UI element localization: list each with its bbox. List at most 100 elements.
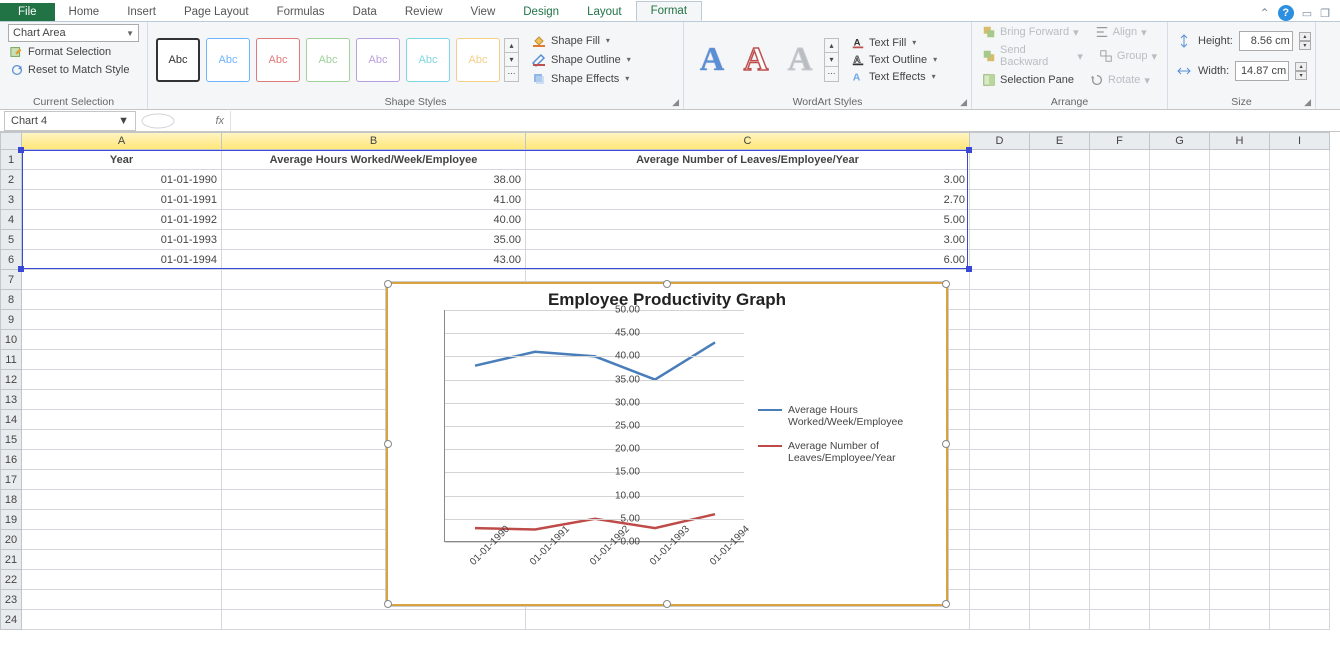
cell-G16[interactable] [1150, 450, 1210, 470]
cell-H11[interactable] [1210, 350, 1270, 370]
cell-F22[interactable] [1090, 570, 1150, 590]
cell-F2[interactable] [1090, 170, 1150, 190]
cell-G6[interactable] [1150, 250, 1210, 270]
cell-C2[interactable]: 3.00 [526, 170, 970, 190]
shape-style-swatch[interactable]: Abc [456, 38, 500, 82]
tab-view[interactable]: View [457, 3, 510, 21]
cell-I2[interactable] [1270, 170, 1330, 190]
cell-I3[interactable] [1270, 190, 1330, 210]
cell-E8[interactable] [1030, 290, 1090, 310]
row-header[interactable]: 20 [0, 530, 22, 550]
dialog-launcher-icon[interactable]: ◢ [1304, 97, 1311, 108]
cell-E23[interactable] [1030, 590, 1090, 610]
wordart-gallery-nav[interactable]: ▴▾⋯ [824, 38, 839, 82]
row-header[interactable]: 8 [0, 290, 22, 310]
cell-F13[interactable] [1090, 390, 1150, 410]
cell-D5[interactable] [970, 230, 1030, 250]
cell-E2[interactable] [1030, 170, 1090, 190]
cell-B1[interactable]: Average Hours Worked/Week/Employee [222, 150, 526, 170]
cell-A7[interactable] [22, 270, 222, 290]
cell-A24[interactable] [22, 610, 222, 630]
chart-series-line[interactable] [475, 342, 715, 379]
cell-G9[interactable] [1150, 310, 1210, 330]
col-header-I[interactable]: I [1270, 132, 1330, 150]
cell-A20[interactable] [22, 530, 222, 550]
shape-style-swatch[interactable]: Abc [356, 38, 400, 82]
cell-F10[interactable] [1090, 330, 1150, 350]
cell-D1[interactable] [970, 150, 1030, 170]
cell-I17[interactable] [1270, 470, 1330, 490]
cell-D20[interactable] [970, 530, 1030, 550]
cell-A13[interactable] [22, 390, 222, 410]
cell-H9[interactable] [1210, 310, 1270, 330]
cell-F20[interactable] [1090, 530, 1150, 550]
cell-D17[interactable] [970, 470, 1030, 490]
cell-E4[interactable] [1030, 210, 1090, 230]
cell-G1[interactable] [1150, 150, 1210, 170]
reset-style-button[interactable]: Reset to Match Style [8, 62, 139, 78]
height-input[interactable]: 8.56 cm [1239, 31, 1293, 51]
cell-D21[interactable] [970, 550, 1030, 570]
wordart-style-1[interactable]: A [692, 38, 732, 82]
col-header-G[interactable]: G [1150, 132, 1210, 150]
cell-H14[interactable] [1210, 410, 1270, 430]
selection-handle[interactable] [18, 266, 24, 272]
cell-H23[interactable] [1210, 590, 1270, 610]
chart-legend[interactable]: Average Hours Worked/Week/EmployeeAverag… [758, 404, 928, 476]
cell-I18[interactable] [1270, 490, 1330, 510]
cell-I7[interactable] [1270, 270, 1330, 290]
cell-A23[interactable] [22, 590, 222, 610]
cell-I16[interactable] [1270, 450, 1330, 470]
row-header[interactable]: 14 [0, 410, 22, 430]
cell-G5[interactable] [1150, 230, 1210, 250]
cell-G21[interactable] [1150, 550, 1210, 570]
row-header[interactable]: 7 [0, 270, 22, 290]
cell-G11[interactable] [1150, 350, 1210, 370]
cell-I19[interactable] [1270, 510, 1330, 530]
cell-A8[interactable] [22, 290, 222, 310]
minimize-icon[interactable]: ▭ [1302, 7, 1312, 20]
cell-F8[interactable] [1090, 290, 1150, 310]
cell-D22[interactable] [970, 570, 1030, 590]
cell-E14[interactable] [1030, 410, 1090, 430]
cell-D4[interactable] [970, 210, 1030, 230]
cell-D11[interactable] [970, 350, 1030, 370]
cell-E6[interactable] [1030, 250, 1090, 270]
cell-E1[interactable] [1030, 150, 1090, 170]
legend-item[interactable]: Average Hours Worked/Week/Employee [758, 404, 928, 428]
dialog-launcher-icon[interactable]: ◢ [672, 97, 679, 108]
resize-handle[interactable] [384, 280, 392, 288]
cell-B5[interactable]: 35.00 [222, 230, 526, 250]
cell-H21[interactable] [1210, 550, 1270, 570]
row-header[interactable]: 22 [0, 570, 22, 590]
cell-A12[interactable] [22, 370, 222, 390]
resize-handle[interactable] [384, 440, 392, 448]
cell-A10[interactable] [22, 330, 222, 350]
cell-F6[interactable] [1090, 250, 1150, 270]
tab-format[interactable]: Format [636, 1, 702, 21]
tab-data[interactable]: Data [339, 3, 391, 21]
cell-C5[interactable]: 3.00 [526, 230, 970, 250]
tab-home[interactable]: Home [55, 3, 114, 21]
row-header[interactable]: 1 [0, 150, 22, 170]
selection-handle[interactable] [18, 147, 24, 153]
cell-A15[interactable] [22, 430, 222, 450]
shape-style-swatch[interactable]: Abc [156, 38, 200, 82]
cell-I8[interactable] [1270, 290, 1330, 310]
cell-D8[interactable] [970, 290, 1030, 310]
cell-A11[interactable] [22, 350, 222, 370]
cell-G23[interactable] [1150, 590, 1210, 610]
cell-I24[interactable] [1270, 610, 1330, 630]
cell-C24[interactable] [526, 610, 970, 630]
cell-B2[interactable]: 38.00 [222, 170, 526, 190]
shape-style-swatch[interactable]: Abc [306, 38, 350, 82]
cell-A2[interactable]: 01-01-1990 [22, 170, 222, 190]
cell-D10[interactable] [970, 330, 1030, 350]
text-outline-button[interactable]: A Text Outline▾ [851, 53, 937, 67]
cell-G18[interactable] [1150, 490, 1210, 510]
cell-I6[interactable] [1270, 250, 1330, 270]
cell-F11[interactable] [1090, 350, 1150, 370]
cell-E9[interactable] [1030, 310, 1090, 330]
cell-H1[interactable] [1210, 150, 1270, 170]
shape-effects-button[interactable]: Shape Effects▾ [531, 71, 631, 87]
